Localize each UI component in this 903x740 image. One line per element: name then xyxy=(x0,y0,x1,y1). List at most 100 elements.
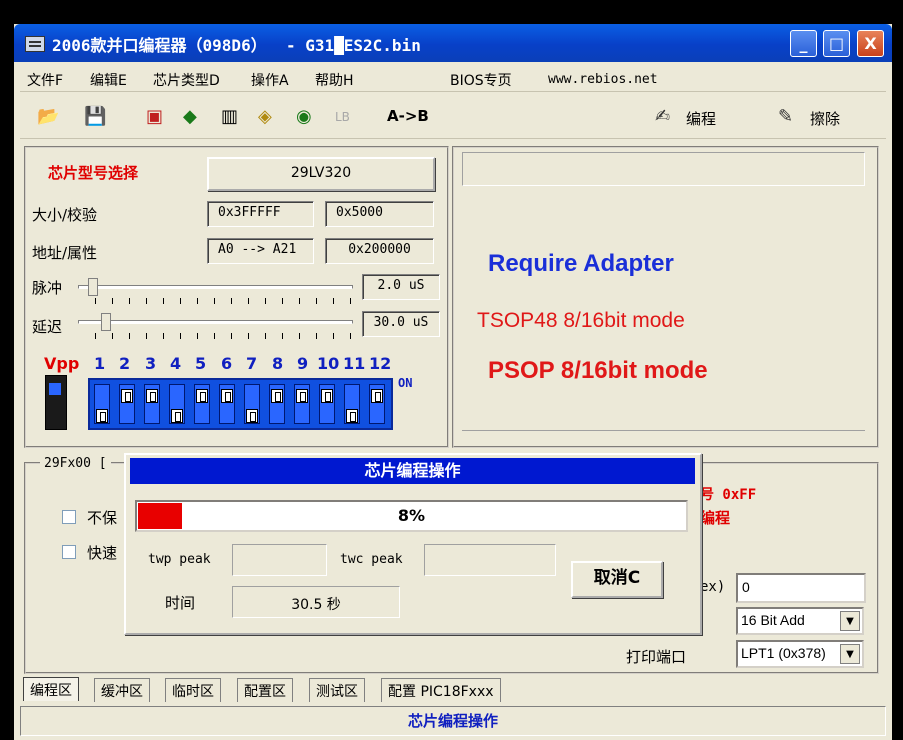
mode-dropdown[interactable]: 16 Bit Add ▼ xyxy=(736,607,864,635)
twc-peak-field xyxy=(424,544,556,576)
pulse-slider-ticks xyxy=(95,298,353,304)
chip-select-label: 芯片型号选择 xyxy=(48,164,139,182)
twc-peak-label: twc peak xyxy=(340,552,403,567)
dip-number-2: 2 xyxy=(119,354,131,373)
dip-switch-8[interactable] xyxy=(269,384,285,424)
menu-bios-page[interactable]: BIOS专页 xyxy=(450,70,512,90)
adapter-top-field xyxy=(462,152,865,186)
time-field: 30.5 秒 xyxy=(232,586,400,618)
delay-label: 延迟 xyxy=(32,318,63,336)
pulse-value: 2.0 uS xyxy=(362,274,440,300)
dip-switch-11[interactable] xyxy=(344,384,360,424)
dip-switch-9[interactable] xyxy=(294,384,310,424)
chip-protect-icon[interactable]: ◉ xyxy=(296,107,312,127)
dip-switch-3[interactable] xyxy=(144,384,160,424)
no-protect-checkbox[interactable] xyxy=(62,510,76,524)
chevron-down-icon[interactable]: ▼ xyxy=(840,644,860,664)
pulse-slider-thumb[interactable] xyxy=(88,278,98,296)
menu-website[interactable]: www.rebios.net xyxy=(548,72,658,87)
hex-input[interactable]: 0 xyxy=(736,573,866,603)
port-dropdown[interactable]: LPT1 (0x378) ▼ xyxy=(736,640,864,668)
chip-blank-check-icon[interactable]: ▥ xyxy=(221,107,238,127)
dialog-title: 芯片编程操作 xyxy=(130,458,695,484)
twp-peak-field xyxy=(232,544,327,576)
checksum-field: 0x5000 xyxy=(325,201,434,227)
adapter-required-text: Require Adapter xyxy=(488,250,674,277)
program-icon[interactable]: ✍ xyxy=(655,107,670,127)
tab-pic18-config[interactable]: 配置 PIC18Fxxx xyxy=(381,678,501,702)
menu-operation[interactable]: 操作A xyxy=(251,70,289,90)
dip-on-label: ON xyxy=(398,376,413,390)
delay-slider-thumb[interactable] xyxy=(101,313,111,331)
vpp-switch[interactable] xyxy=(45,375,67,430)
maximize-button[interactable]: □ xyxy=(823,30,850,57)
menu-file[interactable]: 文件F xyxy=(27,70,63,90)
delay-slider-ticks xyxy=(95,333,353,339)
chip-select-button[interactable]: 29LV320 xyxy=(207,157,435,191)
delay-slider-track[interactable] xyxy=(78,320,353,324)
options-group-title: 29Fx00 [ xyxy=(40,456,111,471)
dip-switch-6[interactable] xyxy=(219,384,235,424)
close-button[interactable]: X xyxy=(857,30,884,57)
port-dropdown-value: LPT1 (0x378) xyxy=(741,645,826,661)
tab-program-area[interactable]: 编程区 xyxy=(23,677,79,701)
a-to-b-button[interactable]: A->B xyxy=(387,107,429,125)
dip-switch-block xyxy=(88,378,393,430)
dip-number-11: 11 xyxy=(343,354,366,373)
dip-number-1: 1 xyxy=(94,354,106,373)
chevron-down-icon[interactable]: ▼ xyxy=(840,611,860,631)
dip-number-6: 6 xyxy=(221,354,233,373)
erase-icon[interactable]: ✎ xyxy=(778,107,793,127)
dip-number-12: 12 xyxy=(369,354,392,373)
pulse-label: 脉冲 xyxy=(32,279,63,297)
chip-verify-icon[interactable]: ◆ xyxy=(183,107,197,127)
tab-temp-area[interactable]: 临时区 xyxy=(165,678,221,702)
program-mode-text: 编程 xyxy=(700,509,731,527)
tab-test-area[interactable]: 测试区 xyxy=(309,678,365,702)
open-folder-icon[interactable]: 📂 xyxy=(37,107,59,127)
menu-help[interactable]: 帮助H xyxy=(315,70,354,90)
menu-edit[interactable]: 编辑E xyxy=(90,70,127,90)
dip-switch-4[interactable] xyxy=(169,384,185,424)
tab-config-area[interactable]: 配置区 xyxy=(237,678,293,702)
tab-buffer-area[interactable]: 缓冲区 xyxy=(94,678,150,702)
save-icon[interactable]: 💾 xyxy=(84,107,106,127)
menu-chip-type[interactable]: 芯片类型D xyxy=(153,70,220,90)
adapter-tsop-text: TSOP48 8/16bit mode xyxy=(477,309,685,332)
dip-number-9: 9 xyxy=(297,354,309,373)
dip-switch-5[interactable] xyxy=(194,384,210,424)
lb-button[interactable]: LB xyxy=(335,110,350,124)
attribute-field: 0x200000 xyxy=(325,238,434,264)
fast-checkbox[interactable] xyxy=(62,545,76,559)
minimize-button[interactable]: _ xyxy=(790,30,817,57)
status-text: 芯片编程操作 xyxy=(407,712,498,730)
fast-label: 快速 xyxy=(87,544,118,562)
size-field: 0x3FFFFF xyxy=(207,201,314,227)
hex-label: ex) xyxy=(700,579,726,595)
no-protect-label: 不保 xyxy=(87,509,118,527)
fill-byte-text: 号 0xFF xyxy=(700,487,757,503)
chip-id-icon[interactable]: ◈ xyxy=(258,107,272,127)
cancel-button[interactable]: 取消C xyxy=(571,561,663,598)
chip-read-icon[interactable]: ▣ xyxy=(146,107,163,127)
address-attr-label: 地址/属性 xyxy=(32,244,98,262)
vpp-switch-knob xyxy=(49,383,61,395)
address-field: A0 --> A21 xyxy=(207,238,314,264)
size-checksum-label: 大小/校验 xyxy=(32,206,98,224)
dip-switch-2[interactable] xyxy=(119,384,135,424)
dip-number-3: 3 xyxy=(145,354,157,373)
mode-dropdown-value: 16 Bit Add xyxy=(741,612,805,628)
print-port-label: 打印端口 xyxy=(626,648,687,666)
app-icon[interactable] xyxy=(25,36,45,52)
dip-number-5: 5 xyxy=(195,354,207,373)
dip-number-10: 10 xyxy=(317,354,340,373)
program-button[interactable]: 编程 xyxy=(686,108,716,129)
adapter-psop-text: PSOP 8/16bit mode xyxy=(488,357,708,384)
dip-number-4: 4 xyxy=(170,354,182,373)
dip-switch-12[interactable] xyxy=(369,384,385,424)
dip-switch-10[interactable] xyxy=(319,384,335,424)
dip-switch-1[interactable] xyxy=(94,384,110,424)
pulse-slider-track[interactable] xyxy=(78,285,353,289)
erase-button[interactable]: 擦除 xyxy=(810,108,840,129)
dip-switch-7[interactable] xyxy=(244,384,260,424)
